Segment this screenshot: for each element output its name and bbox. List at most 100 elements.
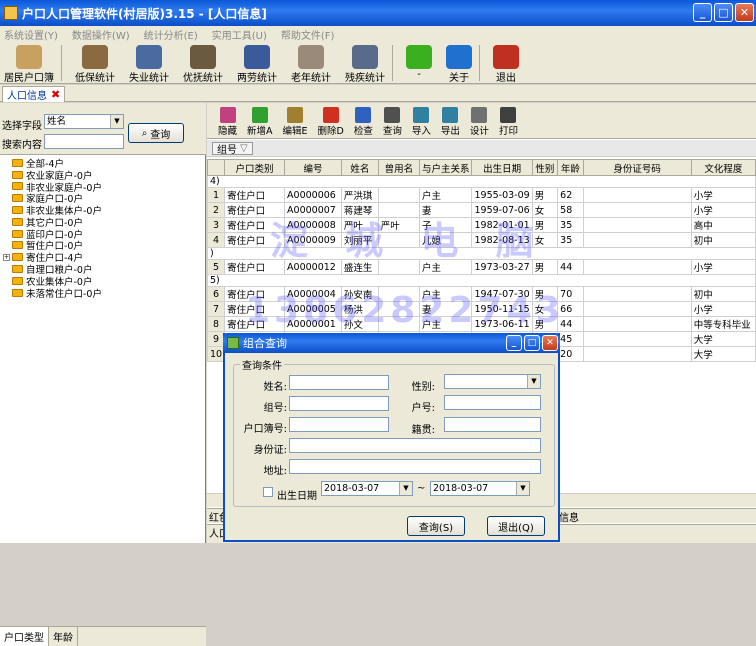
close-tab-icon[interactable]: ✖ — [51, 88, 60, 101]
grid-button-0[interactable]: 隐藏 — [213, 103, 242, 137]
table-cell: 户主 — [418, 187, 473, 203]
address-input[interactable] — [289, 459, 541, 474]
maximize-button[interactable]: □ — [714, 3, 733, 22]
tree-item[interactable]: 未落常住户口-0户 — [0, 287, 206, 300]
grid-button-4[interactable]: 检查 — [349, 103, 378, 137]
id-input[interactable] — [289, 438, 541, 453]
group-field-button[interactable]: 组号 ▽ — [212, 142, 253, 156]
toolbar-button-6[interactable]: 残疾统计 — [341, 43, 389, 84]
table-row[interactable]: 3 寄住户口 A0000008 严叶 严叶子 1982-01-01 男 35 高中 — [206, 217, 756, 233]
table-cell: 蒋建琴 — [340, 202, 379, 218]
toolbar-button-3[interactable]: 优抚统计 — [179, 43, 227, 84]
table-row[interactable]: 2 寄住户口 A0000007 蒋建琴妻 1959-07-06 女 58 小学 — [206, 202, 756, 218]
column-header[interactable]: 出生日期 — [471, 159, 533, 176]
dropdown-arrow-icon[interactable]: ▼ — [110, 115, 123, 128]
gender-select[interactable]: ▼ — [444, 374, 541, 389]
native-place-input[interactable] — [444, 417, 541, 432]
table-cell — [377, 301, 420, 317]
hukou-no-input[interactable] — [444, 395, 541, 410]
grid-button-6[interactable]: 导入 — [407, 103, 436, 137]
table-row[interactable]: 8 寄住户口 A0000001 孙文 户主 1973-06-11 男 44 中等专科毕业 — [206, 316, 756, 332]
grid-button-3[interactable]: 删除D — [313, 103, 349, 137]
column-header[interactable]: 文化程度 — [690, 159, 756, 176]
toolbar-button-1[interactable]: 低保统计 — [71, 43, 119, 84]
table-row[interactable]: 1 寄住户口 A0000006 严洪琪 户主 1955-03-09 男 62 小学 — [206, 187, 756, 203]
table-row[interactable]: 6 寄住户口 A0000004 孙安南 户主 1947-07-30 男 70 初中 — [206, 286, 756, 302]
table-cell: 男 — [531, 187, 559, 203]
table-row[interactable]: 5 寄住户口 A0000012 盛连生 户主 1973-03-27 男 44 小学 — [206, 259, 756, 275]
menu-item-1[interactable]: 数据操作(W) — [72, 27, 130, 42]
search-input[interactable] — [44, 134, 124, 149]
date-from-picker[interactable]: 2018-03-07 ▼ — [321, 481, 413, 496]
column-header[interactable]: 编号 — [284, 159, 342, 176]
tab-population-info[interactable]: 人口信息 ✖ — [2, 86, 66, 102]
toolbar-button-8[interactable]: 关于 — [442, 43, 476, 84]
birth-date-checkbox[interactable] — [263, 487, 273, 497]
date-to-picker[interactable]: 2018-03-07 ▼ — [430, 481, 530, 496]
table-cell: 户主 — [418, 259, 473, 275]
dialog-close-button[interactable]: ✕ — [542, 335, 558, 351]
column-header[interactable]: 年龄 — [557, 159, 584, 176]
menu-item-4[interactable]: 帮助文件(F) — [281, 27, 335, 42]
query-button[interactable]: 查询(S) — [407, 516, 465, 536]
table-cell: 45 — [557, 331, 584, 347]
table-cell: 寄住户口 — [224, 217, 286, 233]
search-button[interactable]: ⌕ 查询 — [128, 123, 184, 143]
field-select[interactable]: 姓名 ▼ — [44, 114, 124, 129]
dialog-maximize-button[interactable]: □ — [524, 335, 540, 351]
table-cell: 寄住户口 — [224, 187, 286, 203]
toolbar-icon-8 — [446, 45, 472, 69]
column-header[interactable]: 与户主关系 — [418, 159, 473, 176]
dialog-minimize-button[interactable]: _ — [506, 335, 522, 351]
table-cell: A0000006 — [284, 187, 342, 203]
table-row[interactable]: 7 寄住户口 A0000005 杨洪妻 1950-11-15 女 66 小学 — [206, 301, 756, 317]
grid-button-9[interactable]: 打印 — [494, 103, 523, 137]
dialog-icon — [227, 337, 239, 349]
folder-icon — [12, 217, 23, 226]
dropdown-arrow-icon[interactable]: ▼ — [399, 482, 412, 495]
table-row[interactable]: 4 寄住户口 A0000009 刘丽平 儿媳 1982-08-13 女 35 初中 — [206, 232, 756, 248]
dropdown-arrow-icon[interactable]: ▼ — [527, 375, 540, 388]
group-row[interactable]: ) — [207, 247, 756, 260]
address-label: 地址: — [263, 466, 287, 477]
column-header[interactable]: 身份证号码 — [582, 159, 692, 176]
table-cell: 70 — [557, 286, 584, 302]
folder-icon — [12, 229, 23, 238]
bottom-tab-0[interactable]: 户口类型 — [0, 627, 49, 646]
toolbar-button-7[interactable]: - — [402, 43, 436, 80]
minimize-button[interactable]: _ — [693, 3, 712, 22]
dropdown-arrow-icon[interactable]: ▼ — [516, 482, 529, 495]
group-row[interactable]: 4) — [207, 175, 756, 188]
column-header[interactable]: 姓名 — [340, 159, 379, 176]
toolbar-button-5[interactable]: 老年统计 — [287, 43, 335, 84]
population-grid: 户口类别 编号 姓名 曾用名 与户主关系 出生日期 性别 年龄 身份证号码 文化程度 4) 1 寄住户口… — [206, 159, 756, 362]
expand-icon[interactable]: + — [3, 253, 10, 261]
grid-header-row: 户口类别 编号 姓名 曾用名 与户主关系 出生日期 性别 年龄 身份证号码 文化程度 — [206, 159, 756, 176]
grid-button-5[interactable]: 查询 — [378, 103, 407, 137]
menu-item-2[interactable]: 统计分析(E) — [144, 27, 198, 42]
menu-item-0[interactable]: 系统设置(Y) — [4, 27, 58, 42]
left-panel: 选择字段 姓名 ▼ 搜索内容 ⌕ 查询 全部-4户 农业家庭户-0户 非农业家庭户-… — [0, 103, 206, 646]
name-input[interactable] — [289, 375, 389, 390]
exit-button[interactable]: 退出(Q) — [487, 516, 545, 536]
grid-button-8[interactable]: 设计 — [465, 103, 494, 137]
column-header[interactable]: 性别 — [531, 159, 559, 176]
toolbar-button-4[interactable]: 两劳统计 — [233, 43, 281, 84]
close-button[interactable]: ✕ — [735, 3, 754, 22]
bottom-tab-1[interactable]: 年龄 — [49, 627, 78, 646]
grid-button-2[interactable]: 编辑E — [278, 103, 313, 137]
grid-button-icon — [355, 107, 372, 123]
menu-item-3[interactable]: 实用工具(U) — [212, 27, 267, 42]
column-header[interactable]: 户口类别 — [224, 159, 286, 176]
column-header[interactable]: 曾用名 — [377, 159, 420, 176]
toolbar-button-0[interactable]: 居民户口簿 — [0, 43, 58, 84]
group-no-input[interactable] — [289, 396, 389, 411]
booklet-input[interactable] — [289, 417, 389, 432]
toolbar-button-9[interactable]: 退出 — [489, 43, 523, 84]
table-cell: 妻 — [418, 301, 473, 317]
grid-button-1[interactable]: 新增A — [242, 103, 278, 137]
toolbar-button-2[interactable]: 失业统计 — [125, 43, 173, 84]
grid-button-7[interactable]: 导出 — [436, 103, 465, 137]
group-row[interactable]: 5) — [207, 274, 756, 287]
toolbar-icon-4 — [244, 45, 270, 69]
